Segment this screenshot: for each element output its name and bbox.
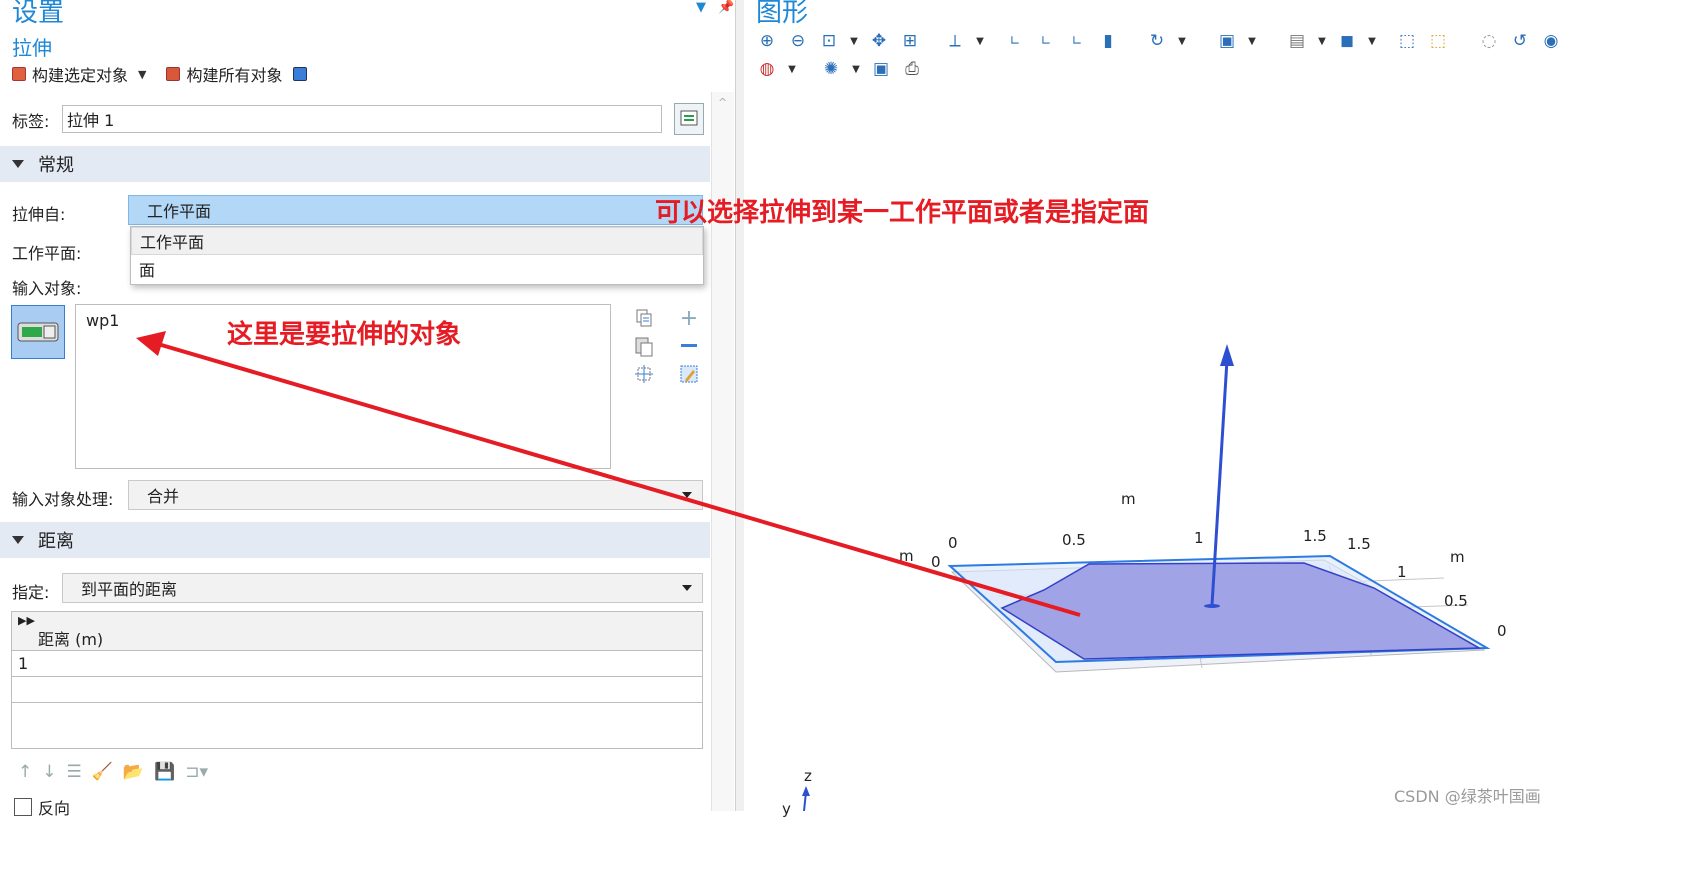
refresh-geometry-icon[interactable] [292, 67, 307, 81]
table-toolbar: ↑ ↓ ☰ 🧹 📂 💾 ⊐▾ [18, 762, 208, 782]
tick-label: 1.5 [1303, 527, 1327, 545]
extrusion-face [1000, 562, 1482, 660]
build-toolbar: 构建选定对象 ▼ 构建所有对象 [12, 62, 307, 86]
more-options-icon[interactable]: ⊐▾ [185, 762, 208, 782]
specify-label: 指定: [12, 583, 50, 602]
tick-label: 0 [948, 534, 958, 552]
move-down-icon[interactable]: ↓ [42, 762, 56, 782]
node-title: 拉伸 [12, 36, 52, 60]
y-axis-label: y [782, 800, 791, 818]
input-objects-label: 输入对象: [12, 279, 82, 298]
tick-label: 1 [1397, 563, 1407, 581]
reverse-option[interactable]: 反向 [14, 795, 70, 819]
extrude-from-dropdown-list: 工作平面 面 [130, 226, 704, 285]
extrude-from-value: 工作平面 [147, 202, 212, 221]
zoom-to-selection-icon[interactable] [633, 363, 655, 385]
collapse-icon[interactable] [12, 536, 24, 544]
tick-label: 0.5 [1444, 592, 1468, 610]
clear-selection-icon[interactable] [678, 363, 700, 385]
edit-label-icon[interactable] [674, 103, 704, 135]
tick-label: 0 [931, 553, 941, 571]
copy-selection-icon[interactable] [633, 307, 655, 329]
collapse-icon[interactable] [12, 160, 24, 168]
annotation-object-note: 这里是要拉伸的对象 [227, 320, 462, 350]
chevron-down-icon [682, 585, 692, 591]
section-general[interactable]: 常规 [0, 146, 710, 182]
active-selection-icon [17, 322, 59, 342]
save-to-file-icon[interactable]: 💾 [154, 762, 175, 782]
expand-columns-icon[interactable]: ▶▶ [18, 614, 35, 627]
move-up-icon[interactable]: ↑ [18, 762, 32, 782]
z-axis-arrowhead [802, 786, 810, 796]
build-selected-button[interactable]: 构建选定对象 [32, 62, 128, 86]
build-all-icon[interactable] [166, 67, 181, 81]
tick-label: 0.5 [1062, 531, 1086, 549]
paste-selection-icon[interactable] [633, 335, 655, 357]
load-from-file-icon[interactable]: 📂 [123, 762, 144, 782]
pin-icon[interactable]: 📌 [718, 0, 734, 15]
table-row[interactable]: 1 [12, 651, 702, 677]
option-workplane[interactable]: 工作平面 [131, 227, 703, 255]
table-header: ▶▶ 距离 (m) [12, 612, 702, 651]
add-icon[interactable]: + [678, 306, 700, 331]
label-input[interactable]: 拉伸 1 [62, 105, 662, 133]
option-face[interactable]: 面 [131, 255, 703, 283]
distance-table[interactable]: ▶▶ 距离 (m) 1 [11, 611, 703, 749]
specify-select[interactable]: 到平面的距离 [62, 573, 703, 603]
tick-label: 0 [1497, 622, 1507, 640]
delete-rows-icon[interactable]: ☰ [67, 762, 82, 782]
specify-value: 到平面的距离 [81, 580, 178, 599]
panel-title: 设置 [12, 0, 65, 28]
watermark: CSDN @绿茶叶国画 [1394, 787, 1541, 806]
section-distance[interactable]: 距离 [0, 522, 710, 558]
panel-menu-icon[interactable]: ▼ [696, 0, 706, 15]
build-selected-dropdown-icon[interactable]: ▼ [138, 68, 146, 81]
extrude-from-select[interactable]: 工作平面 [128, 195, 703, 225]
selection-active-toggle[interactable] [11, 305, 65, 359]
label-field-label: 标签: [12, 112, 50, 131]
table-row[interactable] [12, 677, 702, 703]
build-selected-icon[interactable] [12, 67, 26, 81]
graphics-panel: 图形 ⊕ ⊖ ⊡ ▼ ✥ ⊞ ⟂ ▼ ∟ ∟ ∟ ▮ ↻ ▼ ▣ ▼ ▤ ▼ ◼… [744, 0, 1568, 818]
clear-table-icon[interactable]: 🧹 [92, 762, 113, 782]
column-header-distance[interactable]: 距离 (m) [38, 626, 103, 650]
settings-panel: 设置 ▼ 📌 拉伸 构建选定对象 ▼ 构建所有对象 标签: 拉伸 1 常规 拉伸… [0, 0, 735, 818]
section-title: 常规 [38, 155, 74, 176]
remove-icon[interactable] [678, 335, 700, 357]
axis-unit-label: m [1450, 548, 1465, 566]
section-title: 距离 [38, 531, 74, 552]
scroll-up-icon[interactable]: ^ [718, 96, 727, 109]
tick-label: 1.5 [1347, 535, 1371, 553]
axis-unit-label: m [899, 547, 914, 565]
input-handling-select[interactable]: 合并 [128, 480, 703, 510]
tick-label: 1 [1194, 529, 1204, 547]
reverse-label: 反向 [38, 799, 71, 818]
table-cell[interactable]: 1 [18, 654, 28, 673]
extrude-from-label: 拉伸自: [12, 205, 66, 224]
input-handling-value: 合并 [147, 487, 180, 506]
reverse-checkbox[interactable] [14, 798, 32, 816]
build-all-button[interactable]: 构建所有对象 [186, 62, 282, 86]
input-handling-label: 输入对象处理: [12, 490, 114, 509]
chevron-down-icon [682, 492, 692, 498]
arrow-base [1204, 604, 1220, 608]
axis-unit-label: m [1121, 490, 1136, 508]
z-axis-label: z [804, 767, 812, 785]
geometry-viewport[interactable] [744, 0, 1568, 811]
annotation-dropdown-note: 可以选择拉伸到某一工作平面或者是指定面 [655, 198, 1150, 228]
workplane-label: 工作平面: [12, 244, 82, 263]
extrude-direction-arrowhead [1220, 344, 1234, 366]
